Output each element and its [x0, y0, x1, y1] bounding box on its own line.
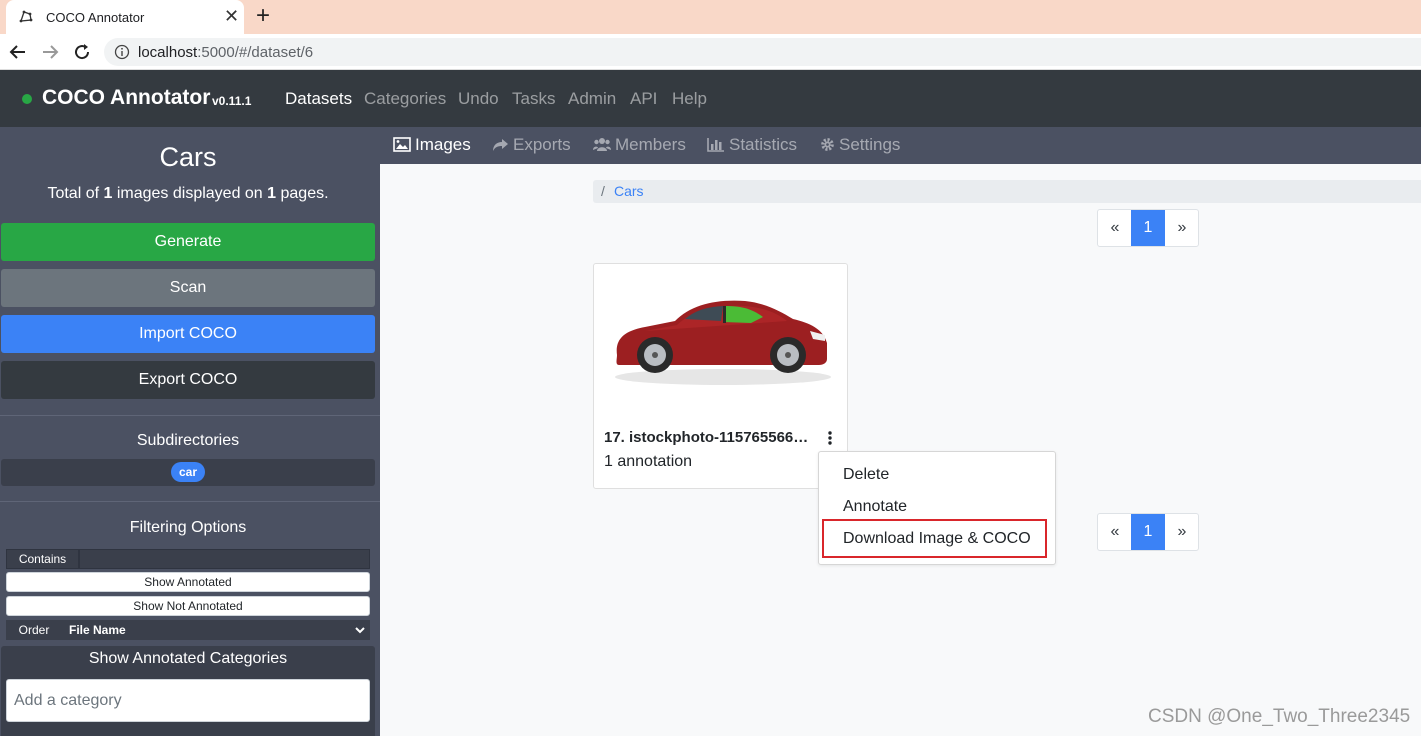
image-icon	[393, 137, 411, 152]
nav-admin[interactable]: Admin	[568, 89, 616, 109]
tab-statistics[interactable]: Statistics	[707, 135, 797, 155]
nav-help[interactable]: Help	[672, 89, 707, 109]
tab-settings[interactable]: Settings	[820, 135, 900, 155]
breadcrumb: / Cars	[593, 180, 1421, 203]
generate-button[interactable]: Generate	[1, 223, 375, 261]
annotated-categories-title: Show Annotated Categories	[88, 650, 288, 667]
order-label: Order	[6, 620, 62, 640]
nav-categories[interactable]: Categories	[364, 89, 446, 109]
category-input[interactable]: Add a category	[6, 679, 370, 722]
contains-input[interactable]	[79, 549, 370, 569]
annotation-count: 1 annotation	[604, 453, 693, 470]
image-summary: Total of 1 images displayed on 1 pages.	[47, 185, 329, 202]
url-field[interactable]: localhost:5000/#/dataset/6	[104, 38, 1421, 66]
close-tab-icon[interactable]: ✕	[224, 6, 239, 26]
chevron-down-icon	[355, 627, 365, 634]
tab-images[interactable]: Images	[393, 135, 471, 155]
car-thumbnail[interactable]	[605, 285, 835, 395]
breadcrumb-link[interactable]: Cars	[614, 180, 644, 203]
new-tab-icon[interactable]: +	[256, 3, 270, 29]
forward-arrow-icon[interactable]	[39, 41, 61, 63]
divider	[0, 501, 380, 502]
share-icon	[493, 139, 508, 151]
next-page-button[interactable]: »	[1165, 514, 1199, 550]
tab-exports[interactable]: Exports	[492, 135, 571, 155]
menu-item-annotate[interactable]: Annotate	[843, 498, 907, 516]
scan-button[interactable]: Scan	[1, 269, 375, 307]
more-options-icon[interactable]	[826, 430, 834, 446]
reload-icon[interactable]	[71, 41, 93, 63]
show-not-annotated-button[interactable]: Show Not Annotated	[6, 596, 370, 616]
address-bar: localhost:5000/#/dataset/6	[0, 34, 1421, 70]
pagination-bottom: « 1 »	[1097, 513, 1199, 551]
pagination-top: « 1 »	[1097, 209, 1199, 247]
prev-page-button[interactable]: «	[1098, 514, 1132, 550]
image-filename: 17. istockphoto-1157655660-612x612.jpg	[604, 429, 816, 446]
browser-tab-title: COCO Annotator	[46, 10, 145, 25]
divider	[0, 415, 380, 416]
contains-label: Contains	[6, 549, 79, 569]
back-arrow-icon[interactable]	[7, 41, 29, 63]
show-annotated-button[interactable]: Show Annotated	[6, 572, 370, 592]
dataset-title: Cars	[159, 142, 217, 172]
url-text: localhost:5000/#/dataset/6	[138, 44, 314, 61]
subdirectories-title: Subdirectories	[136, 432, 240, 449]
breadcrumb-separator: /	[601, 183, 605, 199]
import-coco-button[interactable]: Import COCO	[1, 315, 375, 353]
subdirectory-badge[interactable]: car	[171, 462, 205, 482]
nav-api[interactable]: API	[630, 89, 657, 109]
coco-favicon-icon	[19, 10, 33, 23]
nav-datasets[interactable]: Datasets	[285, 89, 352, 109]
filtering-title: Filtering Options	[129, 519, 247, 536]
page-1-button[interactable]: 1	[1131, 514, 1165, 550]
nav-undo[interactable]: Undo	[458, 89, 499, 109]
tab-members[interactable]: Members	[593, 135, 686, 155]
watermark: CSDN @One_Two_Three2345	[1148, 706, 1411, 727]
nav-tasks[interactable]: Tasks	[512, 89, 555, 109]
users-icon	[593, 138, 611, 151]
highlight-box	[822, 519, 1047, 558]
bar-chart-icon	[707, 138, 724, 152]
prev-page-button[interactable]: «	[1098, 210, 1132, 246]
browser-tab[interactable]: COCO Annotator ✕	[6, 0, 244, 34]
export-coco-button[interactable]: Export COCO	[1, 361, 375, 399]
browser-tab-strip: COCO Annotator ✕ +	[0, 0, 1421, 34]
app-brand[interactable]: COCO Annotator	[42, 86, 210, 110]
app-version: v0.11.1	[212, 94, 252, 108]
info-icon[interactable]	[114, 44, 130, 60]
status-dot	[22, 94, 32, 104]
menu-item-delete[interactable]: Delete	[843, 466, 889, 484]
gear-icon	[821, 138, 834, 151]
order-select[interactable]: File Name	[62, 620, 370, 640]
page-1-button[interactable]: 1	[1131, 210, 1165, 246]
next-page-button[interactable]: »	[1165, 210, 1199, 246]
